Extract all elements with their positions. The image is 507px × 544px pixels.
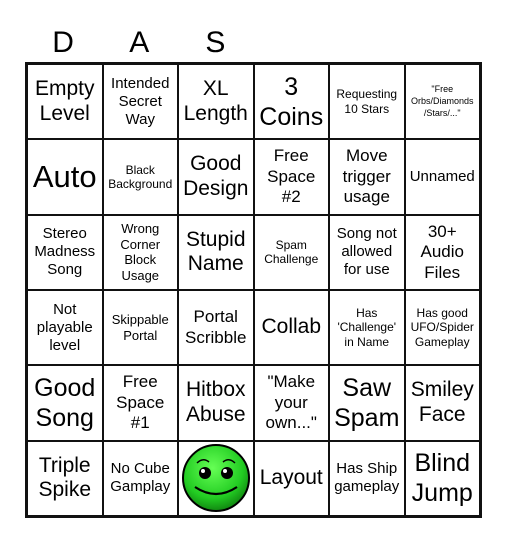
bingo-cell[interactable]: Intended Secret Way	[102, 64, 178, 140]
bingo-cell-label: "Free Orbs/Diamonds /Stars/..."	[410, 84, 474, 118]
bingo-cell[interactable]: Smiley Face	[404, 365, 480, 441]
bingo-cell-label: Unnamed	[409, 167, 475, 185]
bingo-cell[interactable]: Black Background	[102, 139, 178, 215]
bingo-cell[interactable]: XL Length	[178, 64, 254, 140]
bingo-cell-label: Not playable level	[36, 300, 93, 354]
bingo-board: Empty Level Intended Secret Way XL Length 3…	[25, 62, 482, 518]
bingo-cell-label: Saw Spam	[334, 373, 400, 432]
bingo-cell-label: Empty Level	[34, 76, 95, 125]
bingo-cell[interactable]: Empty Level	[27, 64, 103, 140]
bingo-cell-label: Free Space #2	[267, 146, 316, 207]
bingo-cell-label: Triple Spike	[38, 453, 92, 502]
bingo-cell[interactable]: Layout	[253, 440, 329, 516]
bingo-cell[interactable]: Good Song	[27, 365, 103, 441]
bingo-cell-label: Spam Challenge	[264, 237, 319, 267]
bingo-cell[interactable]: Song not allowed for use	[329, 214, 405, 290]
bingo-cell[interactable]: Not playable level	[27, 290, 103, 366]
bingo-cell-label: Wrong Corner Block Usage	[120, 221, 161, 283]
bingo-cell-label: No Cube Gamplay	[110, 460, 171, 496]
bingo-cell[interactable]	[178, 440, 254, 516]
bingo-cell-label: Layout	[259, 465, 323, 489]
bingo-cell-label: Good Design	[183, 152, 249, 200]
bingo-cell-label: Good Song	[34, 373, 96, 432]
bingo-cell[interactable]: Blind Jump	[404, 440, 480, 516]
bingo-cell-label: Song not allowed for use	[336, 225, 397, 279]
header-letter-4	[253, 24, 329, 62]
bingo-cell[interactable]: Skippable Portal	[102, 290, 178, 366]
bingo-cell-label: Stupid Name	[185, 227, 246, 276]
bingo-header: D A S	[25, 24, 482, 62]
bingo-cell[interactable]: Unnamed	[404, 139, 480, 215]
bingo-cell[interactable]: "Free Orbs/Diamonds /Stars/..."	[404, 64, 480, 140]
bingo-cell-label: Has good UFO/Spider Gameplay	[410, 306, 474, 349]
bingo-cell[interactable]: Free Space #2	[253, 139, 329, 215]
bingo-cell-label: "Make your own..."	[265, 372, 317, 433]
header-letter-6	[406, 24, 482, 62]
bingo-cell-label: Portal Scribble	[185, 307, 247, 347]
bingo-cell[interactable]: Has 'Challenge' in Name	[329, 290, 405, 366]
bingo-cell-label: Free Space #1	[116, 372, 165, 433]
bingo-cell[interactable]: Saw Spam	[329, 365, 405, 441]
bingo-cell-label: 3 Coins	[259, 72, 324, 131]
bingo-cell[interactable]: Triple Spike	[27, 440, 103, 516]
bingo-cell[interactable]: "Make your own..."	[253, 365, 329, 441]
bingo-cell[interactable]: Has Ship gameplay	[329, 440, 405, 516]
bingo-cell-label: Collab	[261, 315, 322, 339]
bingo-cell-label: Stereo Madness Song	[34, 225, 96, 279]
bingo-cell[interactable]: Requesting 10 Stars	[329, 64, 405, 140]
bingo-cell[interactable]: Hitbox Abuse	[178, 365, 254, 441]
bingo-cell-label: Has Ship gameplay	[334, 460, 400, 496]
bingo-cell[interactable]: No Cube Gamplay	[102, 440, 178, 516]
bingo-cell[interactable]: Free Space #1	[102, 365, 178, 441]
bingo-cell-label: Requesting 10 Stars	[336, 87, 398, 116]
bingo-cell[interactable]: Stupid Name	[178, 214, 254, 290]
bingo-cell-label: Move trigger usage	[342, 146, 391, 207]
bingo-cell-label: Skippable Portal	[111, 312, 169, 343]
bingo-cell[interactable]: Has good UFO/Spider Gameplay	[404, 290, 480, 366]
bingo-cell-label: Black Background	[108, 162, 173, 191]
bingo-cell-label: Blind Jump	[411, 449, 473, 508]
bingo-cell[interactable]: 3 Coins	[253, 64, 329, 140]
bingo-cell-label: 30+ Audio Files	[420, 221, 464, 282]
bingo-cell-label: Smiley Face	[410, 378, 474, 426]
header-letter-5	[330, 24, 406, 62]
bingo-cell[interactable]: Collab	[253, 290, 329, 366]
header-letter-1: D	[52, 26, 74, 59]
bingo-cell[interactable]: Spam Challenge	[253, 214, 329, 290]
bingo-cell-label: Auto	[32, 158, 97, 194]
bingo-cell-label: Has 'Challenge' in Name	[337, 306, 397, 349]
bingo-cell-label: Hitbox Abuse	[185, 378, 246, 426]
green-smiley-face-icon	[181, 444, 250, 513]
bingo-cell[interactable]: Wrong Corner Block Usage	[102, 214, 178, 290]
bingo-cell-label: Intended Secret Way	[111, 74, 170, 128]
bingo-cell[interactable]: Stereo Madness Song	[27, 214, 103, 290]
header-letter-2: A	[129, 26, 150, 59]
bingo-cell[interactable]: Auto	[27, 139, 103, 215]
bingo-cell-label: XL Length	[183, 76, 248, 125]
bingo-cell[interactable]: 30+ Audio Files	[404, 214, 480, 290]
bingo-cell[interactable]: Portal Scribble	[178, 290, 254, 366]
bingo-cell[interactable]: Move trigger usage	[329, 139, 405, 215]
header-letter-3: S	[205, 26, 226, 59]
bingo-cell[interactable]: Good Design	[178, 139, 254, 215]
